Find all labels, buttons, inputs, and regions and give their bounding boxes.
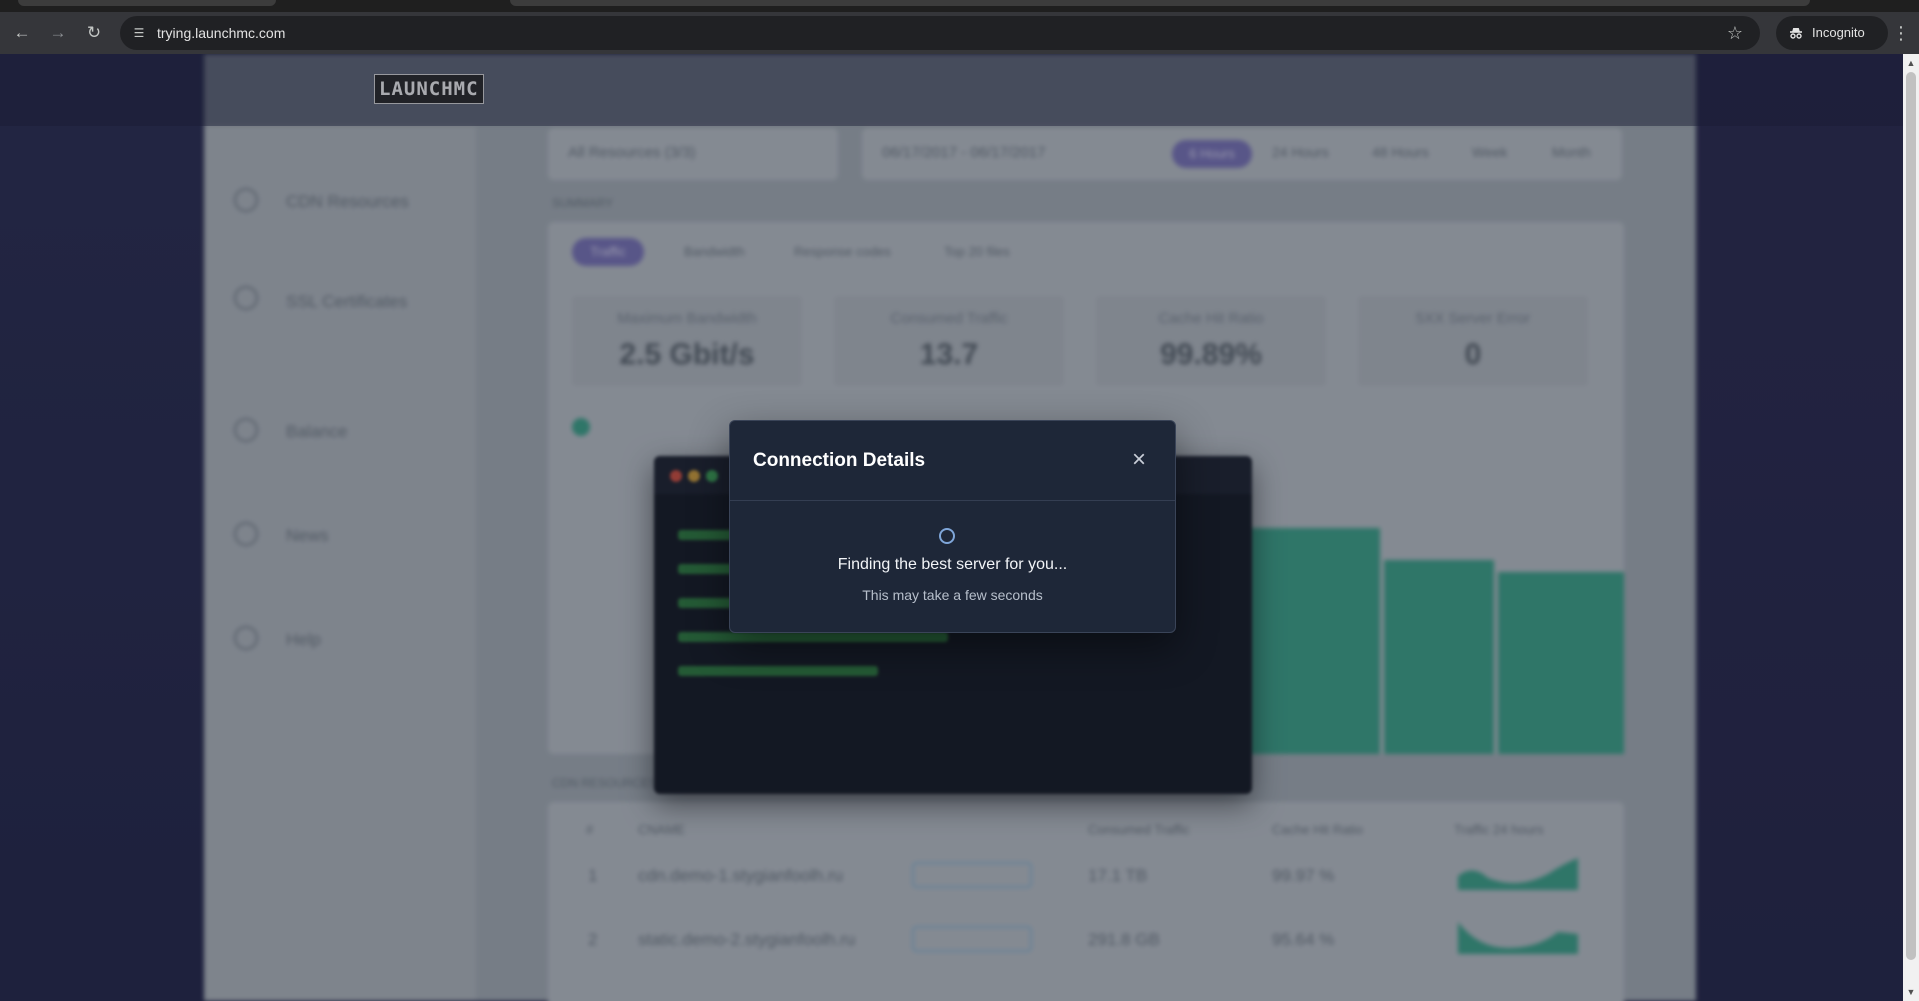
scroll-thumb[interactable] bbox=[1906, 72, 1916, 960]
site-info-icon[interactable]: ☰ bbox=[130, 24, 148, 42]
page-scrollbar[interactable]: ▲ ▼ bbox=[1903, 54, 1919, 1001]
incognito-indicator[interactable]: Incognito bbox=[1776, 16, 1888, 50]
page-viewport: CDN Resources SSL Certificates Balance N… bbox=[0, 54, 1903, 1001]
tab-strip bbox=[0, 0, 1919, 12]
scroll-up-icon[interactable]: ▲ bbox=[1903, 56, 1919, 70]
modal-title: Connection Details bbox=[753, 450, 926, 471]
bookmark-star-icon[interactable]: ☆ bbox=[1724, 22, 1746, 44]
browser-toolbar: ← → ↻ ☰ trying.launchmc.com ☆ Incognito … bbox=[0, 12, 1919, 54]
close-icon[interactable]: × bbox=[1124, 445, 1154, 475]
address-bar[interactable]: ☰ trying.launchmc.com ☆ bbox=[120, 16, 1760, 50]
browser-tab[interactable] bbox=[18, 0, 276, 6]
modal-submessage: This may take a few seconds bbox=[862, 587, 1043, 603]
url-text[interactable]: trying.launchmc.com bbox=[157, 16, 285, 50]
incognito-icon bbox=[1790, 28, 1802, 39]
loading-spinner-icon bbox=[939, 528, 955, 544]
modal-message: Finding the best server for you... bbox=[837, 556, 1068, 573]
forward-icon[interactable]: → bbox=[45, 20, 71, 46]
connection-details-modal: Connection Details × Finding the best se… bbox=[729, 420, 1176, 633]
incognito-label: Incognito bbox=[1812, 25, 1865, 40]
more-vert-icon[interactable]: ⋮ bbox=[1890, 20, 1912, 46]
modal-header: Connection Details × bbox=[730, 421, 1175, 501]
back-icon[interactable]: ← bbox=[9, 20, 35, 46]
scroll-down-icon[interactable]: ▼ bbox=[1903, 985, 1919, 999]
reload-icon[interactable]: ↻ bbox=[81, 20, 107, 46]
browser-tab-area[interactable] bbox=[510, 0, 1810, 6]
